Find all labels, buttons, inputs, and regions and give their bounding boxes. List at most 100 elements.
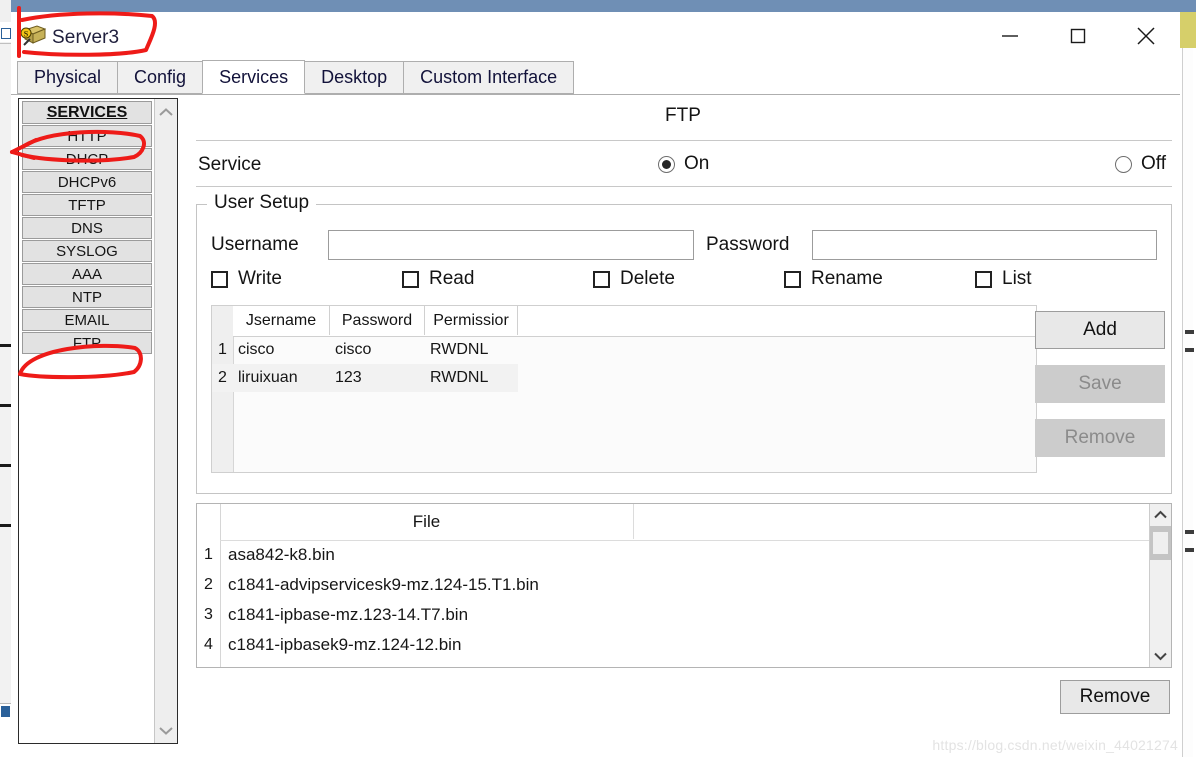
sidebar-item-label: DNS [71,219,103,237]
column-header-username[interactable]: Jsername [233,306,330,335]
checkbox-icon [975,270,992,288]
cell-password: cisco [335,341,372,358]
maximize-button[interactable] [1044,12,1112,60]
table-header-row: Jsername Password Permissior [233,306,1036,337]
permission-read[interactable]: Read [402,268,474,290]
permission-label: Read [429,268,475,289]
add-button[interactable]: Add [1035,311,1165,349]
sidebar-item-dhcpv6[interactable]: DHCPv6 [22,171,152,193]
user-table[interactable]: Jsername Password Permissior 1 cisco cis… [211,305,1037,473]
background-marker [0,464,11,467]
user-setup-legend: User Setup [207,192,317,214]
password-input[interactable] [812,230,1157,260]
chevron-down-icon[interactable] [1150,645,1171,667]
tab-config[interactable]: Config [117,61,204,94]
cell-permission: RWDNL [430,341,489,358]
list-item[interactable]: 4 c1841-ipbasek9-mz.124-12.bin [197,630,1149,660]
tab-services[interactable]: Services [202,60,306,94]
permission-write[interactable]: Write [211,268,282,290]
minimize-button[interactable] [976,12,1044,60]
row-index: 4 [204,636,213,653]
row-index: 1 [212,336,233,364]
table-row[interactable]: 1 cisco cisco RWDNL [212,336,1036,364]
tab-custom-interface[interactable]: Custom Interface [403,61,575,94]
column-header-permission[interactable]: Permissior [425,306,518,335]
tab-label: Desktop [321,67,388,87]
permissions-row: Write Read Delete Rename List [211,268,1157,296]
service-off-label: Off [1141,153,1166,174]
file-name: asa842-k8.bin [228,545,335,564]
service-on-radio[interactable]: On [658,153,709,175]
close-button[interactable] [1112,12,1180,60]
tab-desktop[interactable]: Desktop [304,61,405,94]
user-actions: Add Save Remove [1035,311,1165,473]
divider [196,140,1172,141]
sidebar-item-email[interactable]: EMAIL [22,309,152,331]
window-title: Server3 [52,27,120,48]
save-button[interactable]: Save [1035,365,1165,403]
background-marker [0,524,11,527]
permission-rename[interactable]: Rename [784,268,883,290]
tab-physical[interactable]: Physical [17,61,119,94]
column-header-file[interactable]: File [220,504,634,539]
chevron-up-icon[interactable] [155,101,177,123]
sidebar-item-aaa[interactable]: AAA [22,263,152,285]
window-titlebar: S Server3 [11,12,1180,60]
scrollbar-track[interactable] [1150,526,1171,560]
file-name: c1841-ipbase-mz.123-14.T7.bin [228,605,469,624]
service-toggle-row: Service On Off [196,150,1172,184]
ftp-panel: FTP Service On Off User Setup Username P… [194,95,1176,757]
row-index: 3 [204,606,213,623]
background-window-icon [1,28,11,39]
service-off-radio[interactable]: Off [1115,153,1166,175]
list-item[interactable]: 2 c1841-advipservicesk9-mz.124-15.T1.bin [197,570,1149,600]
sidebar-item-dhcp[interactable]: DHCP [22,148,152,170]
tab-label: Services [219,66,289,87]
sidebar-item-syslog[interactable]: SYSLOG [22,240,152,262]
table-row[interactable]: 2 liruixuan 123 RWDNL [212,364,1036,392]
remove-file-button[interactable]: Remove [1060,680,1170,714]
tab-list: Physical Config Services Desktop Custom … [17,60,575,94]
services-list: SERVICES HTTP DHCP DHCPv6 TFTP DNS SYSLO… [19,99,155,743]
maximize-icon [1070,28,1086,44]
tab-bar: Physical Config Services Desktop Custom … [11,60,1180,95]
file-header-row: File [220,504,1149,541]
permission-label: List [1002,268,1032,289]
permission-list[interactable]: List [975,268,1032,290]
divider [196,186,1172,187]
chevron-down-icon[interactable] [155,719,177,741]
sidebar-item-http[interactable]: HTTP [22,125,152,147]
device-window: S Server3 Physical Config Services Deskt… [11,12,1180,757]
sidebar-item-label: FTP [72,334,102,352]
checkbox-icon [402,270,419,288]
background-marker [1185,348,1194,352]
column-header-password[interactable]: Password [330,306,425,335]
list-item[interactable]: 1 asa842-k8.bin [197,540,1149,570]
tab-label: Physical [34,67,102,87]
sidebar-item-tftp[interactable]: TFTP [22,194,152,216]
background-marker [0,404,11,407]
username-label: Username [211,234,299,255]
remove-user-button[interactable]: Remove [1035,419,1165,457]
file-list-scrollbar[interactable] [1149,504,1171,667]
watermark: https://blog.csdn.net/weixin_44021274 [932,737,1178,753]
chevron-up-icon[interactable] [1150,504,1171,526]
username-input[interactable] [328,230,694,260]
sidebar-item-ntp[interactable]: NTP [22,286,152,308]
checkbox-icon [593,270,610,288]
tab-label: Config [134,67,187,87]
sidebar-item-label: EMAIL [64,311,110,329]
password-label: Password [706,234,790,255]
sidebar-item-dns[interactable]: DNS [22,217,152,239]
sidebar-scrollbar[interactable] [154,99,177,743]
services-header: SERVICES [22,101,152,124]
file-list[interactable]: File 1 asa842-k8.bin 2 c1841-advipservic… [196,503,1172,668]
radio-selected-icon [658,155,675,173]
sidebar-item-label: TFTP [68,196,106,214]
scrollbar-thumb[interactable] [1153,532,1168,554]
file-name: c1841-advipservicesk9-mz.124-15.T1.bin [228,575,539,594]
list-item[interactable]: 3 c1841-ipbase-mz.123-14.T7.bin [197,600,1149,630]
permission-delete[interactable]: Delete [593,268,675,290]
sidebar-item-ftp[interactable]: FTP [22,332,152,354]
row-index: 2 [212,364,233,392]
